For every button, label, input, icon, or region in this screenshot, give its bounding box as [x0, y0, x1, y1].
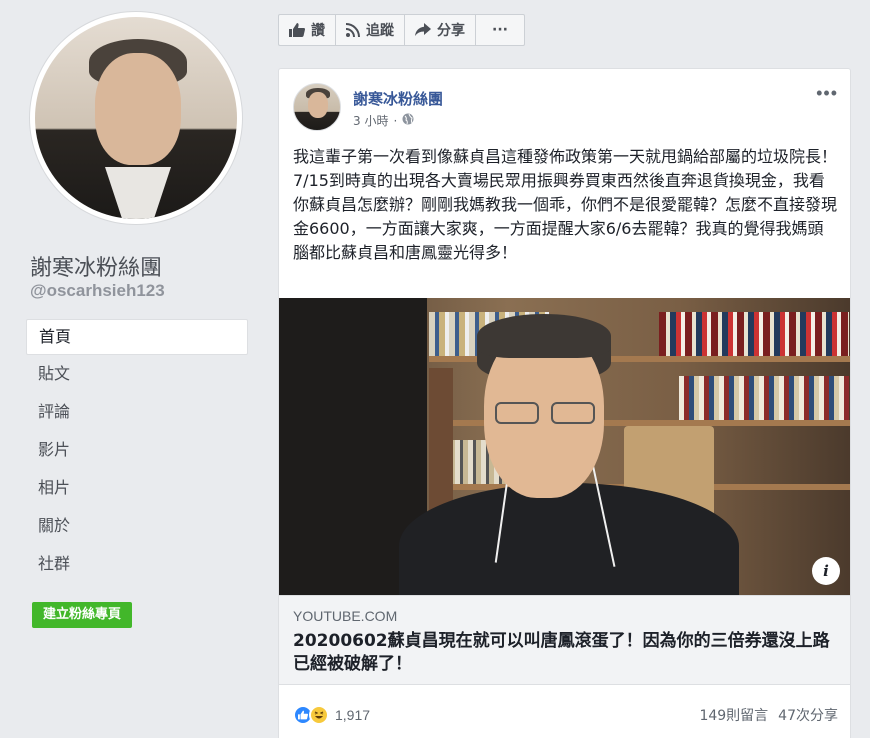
- thumbs-up-icon: [289, 23, 305, 37]
- reaction-summary: 1,917 149則留言 47次分享: [293, 701, 838, 729]
- profile-photo: [35, 17, 237, 219]
- link-domain: YOUTUBE.COM: [293, 608, 398, 624]
- rss-icon: [346, 23, 360, 37]
- post-menu-icon[interactable]: •••: [816, 83, 838, 104]
- share-button[interactable]: 分享: [404, 14, 475, 46]
- comment-count[interactable]: 149則留言: [699, 705, 768, 725]
- like-label: 讚: [311, 23, 325, 39]
- nav-item-posts[interactable]: 貼文: [26, 355, 248, 393]
- like-page-button[interactable]: 讚: [278, 14, 335, 46]
- page-name[interactable]: 謝寒冰粉絲團: [30, 250, 162, 282]
- more-options-button[interactable]: ···: [475, 14, 525, 46]
- reaction-icons[interactable]: [293, 705, 329, 725]
- video-thumbnail[interactable]: i: [279, 298, 850, 595]
- post-author-name[interactable]: 謝寒冰粉絲團: [353, 88, 443, 109]
- nav-item-videos[interactable]: 影片: [26, 431, 248, 469]
- profile-picture[interactable]: [30, 12, 242, 224]
- ellipsis-icon: ···: [492, 22, 508, 38]
- post-meta: 3 小時 ·: [353, 112, 414, 129]
- link-title[interactable]: 20200602蘇貞昌現在就可以叫唐鳳滾蛋了！因為你的三倍券還沒上路已經被破解了…: [293, 630, 833, 676]
- link-preview[interactable]: YOUTUBE.COM 20200602蘇貞昌現在就可以叫唐鳳滾蛋了！因為你的三…: [279, 595, 850, 685]
- create-page-button[interactable]: 建立粉絲專頁: [32, 602, 133, 628]
- nav-item-reviews[interactable]: 評論: [26, 393, 248, 431]
- post-card: 謝寒冰粉絲團 3 小時 · ••• 我這輩子第一次看到像蘇貞昌這種發佈政策第一天…: [278, 68, 851, 738]
- reaction-count[interactable]: 1,917: [335, 707, 370, 723]
- follow-button[interactable]: 追蹤: [335, 14, 404, 46]
- post-text: 我這輩子第一次看到像蘇貞昌這種發佈政策第一天就甩鍋給部屬的垃圾院長！7/15到時…: [293, 147, 838, 262]
- nav-item-photos[interactable]: 相片: [26, 469, 248, 507]
- page-action-bar: 讚 追蹤 分享 ···: [278, 14, 525, 46]
- follow-label: 追蹤: [366, 23, 394, 39]
- nav-item-community[interactable]: 社群: [26, 545, 248, 583]
- share-count[interactable]: 47次分享: [778, 705, 838, 725]
- haha-reaction-icon: [309, 705, 329, 725]
- post-author-avatar[interactable]: [293, 83, 341, 131]
- info-icon[interactable]: i: [812, 557, 840, 585]
- share-arrow-icon: [415, 23, 431, 37]
- post-timestamp[interactable]: 3 小時: [353, 112, 388, 129]
- meta-separator: ·: [393, 113, 398, 128]
- nav-item-home[interactable]: 首頁: [26, 319, 248, 355]
- page-handle[interactable]: @oscarhsieh123: [30, 281, 165, 301]
- share-label: 分享: [437, 23, 465, 39]
- side-nav: 首頁 貼文 評論 影片 相片 關於 社群: [26, 319, 248, 583]
- engagement-stats: 149則留言 47次分享: [699, 705, 838, 725]
- nav-item-about[interactable]: 關於: [26, 507, 248, 545]
- globe-icon: [402, 113, 414, 128]
- left-column: 謝寒冰粉絲團 @oscarhsieh123 首頁 貼文 評論 影片 相片 關於 …: [0, 0, 262, 738]
